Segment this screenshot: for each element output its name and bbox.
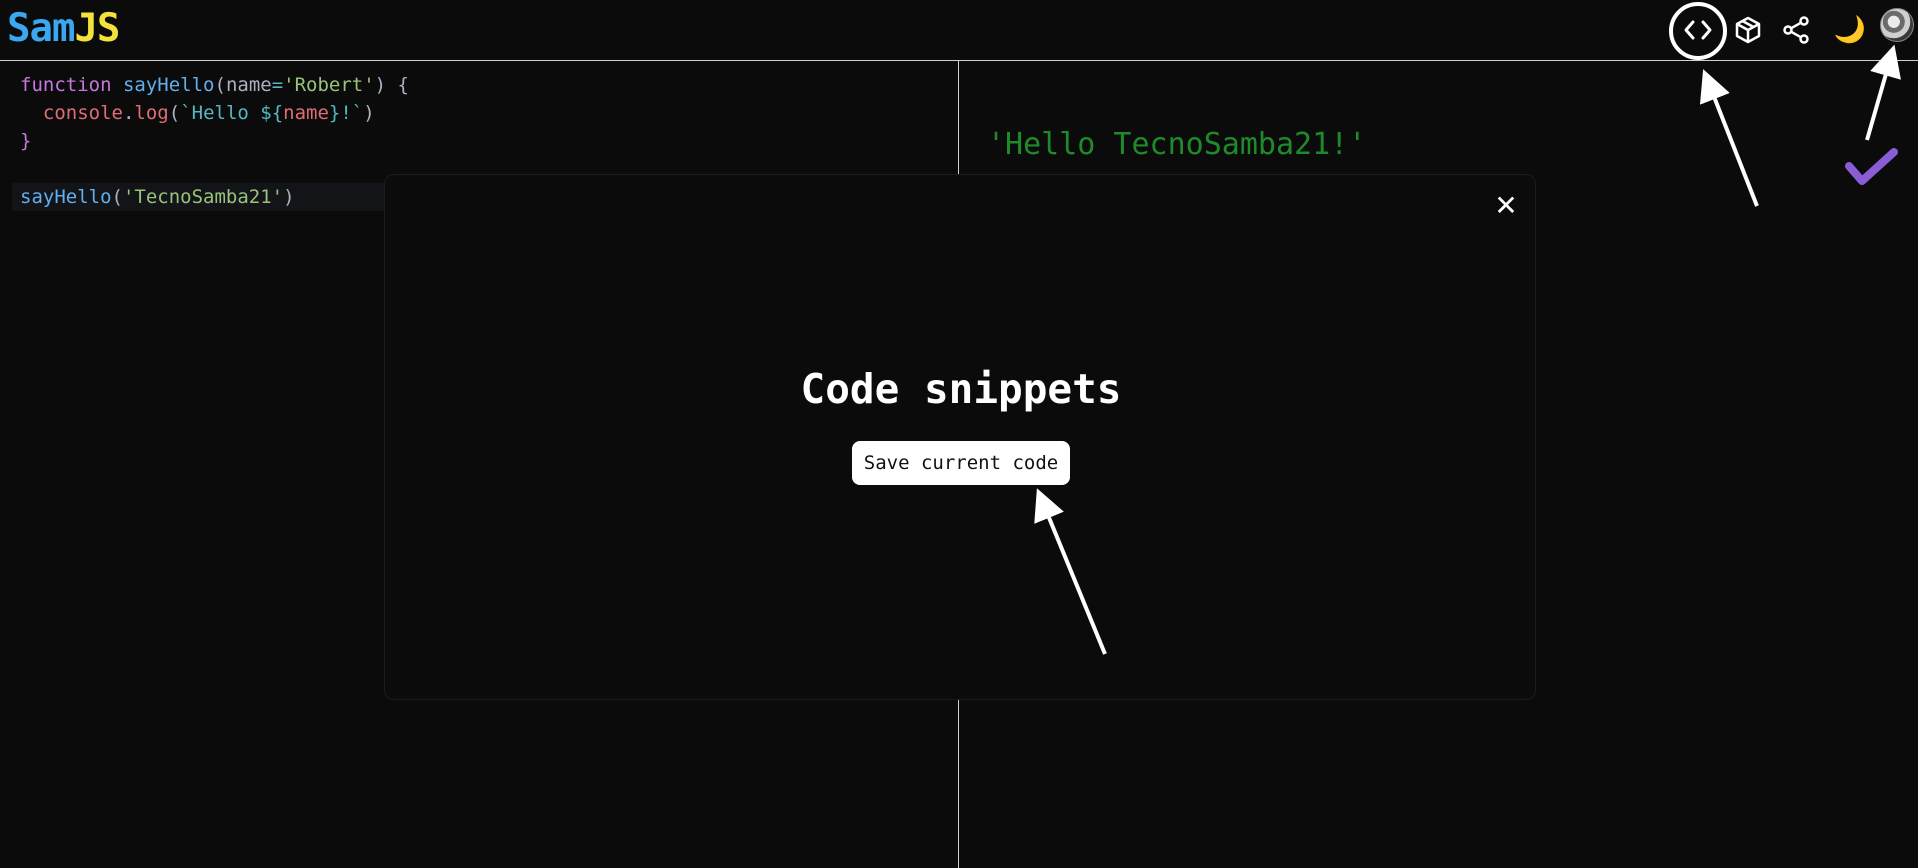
code-token: ) <box>283 186 295 208</box>
packages-button[interactable] <box>1730 12 1766 48</box>
modal-title: Code snippets <box>800 365 1122 413</box>
logo-sam: Sam <box>7 6 75 51</box>
save-current-code-button[interactable]: Save current code <box>852 441 1070 485</box>
code-token: sayHello <box>20 186 112 208</box>
close-icon[interactable]: ✕ <box>1490 189 1522 222</box>
code-token: 'Robert' <box>283 74 375 96</box>
logo[interactable]: SamJS <box>7 6 120 51</box>
code-token: ( <box>168 102 181 124</box>
logo-js: JS <box>74 6 120 51</box>
code-line[interactable]: function sayHello(name='Robert') { <box>12 71 952 99</box>
code-token: ) { <box>374 74 409 96</box>
code-token: . <box>122 102 135 124</box>
code-line[interactable]: } <box>12 127 952 155</box>
code-token: name <box>283 102 329 124</box>
package-icon <box>1735 16 1761 44</box>
theme-toggle-button[interactable]: 🌙 <box>1832 12 1868 48</box>
app-root: SamJS 🌙 function sayHello(name='Robert')… <box>0 0 1918 868</box>
avatar[interactable] <box>1880 8 1914 42</box>
code-token: = <box>271 74 284 96</box>
share-icon <box>1783 16 1809 44</box>
top-bar: SamJS 🌙 <box>0 0 1918 61</box>
code-token: }!` <box>328 102 364 124</box>
code-token: sayHello <box>122 74 215 96</box>
code-token: } <box>20 130 32 152</box>
code-snippets-modal: ✕ Code snippets Save current code <box>384 174 1536 700</box>
code-token: function <box>20 74 112 96</box>
code-snippets-button[interactable] <box>1680 12 1716 48</box>
code-token: console <box>42 102 123 124</box>
code-line[interactable]: console.log(`Hello ${name}!`) <box>12 99 952 127</box>
code-token: 'TecnoSamba21' <box>122 186 284 208</box>
code-token: ) <box>363 102 375 124</box>
code-token: ( <box>111 186 123 208</box>
code-token: `Hello ${ <box>180 102 284 124</box>
share-button[interactable] <box>1778 12 1814 48</box>
moon-icon: 🌙 <box>1833 15 1867 45</box>
code-brackets-icon <box>1684 20 1712 40</box>
code-token: name <box>225 74 272 96</box>
output-line: 'Hello TecnoSamba21!' <box>987 127 1367 162</box>
code-token: log <box>134 102 169 124</box>
code-token: ( <box>214 74 226 96</box>
